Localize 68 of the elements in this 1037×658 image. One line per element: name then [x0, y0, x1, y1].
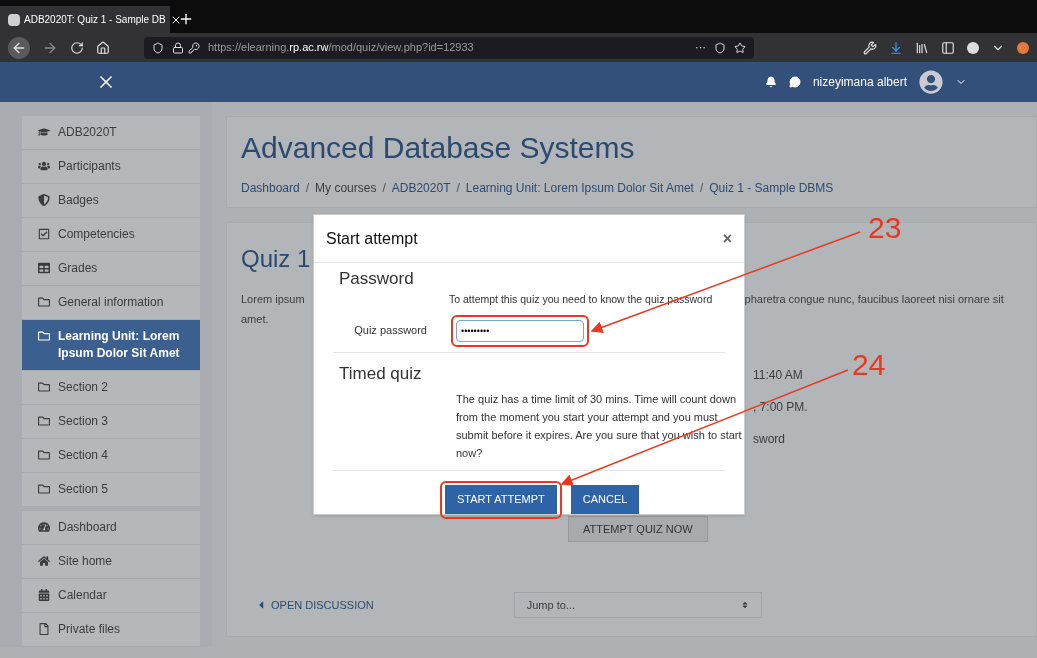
- table-icon: [38, 262, 50, 274]
- user-name[interactable]: nizeyimana albert: [812, 73, 907, 91]
- checkbox-icon: [38, 228, 50, 240]
- home-icon: [38, 555, 50, 567]
- quiz-info-text: sword: [753, 431, 786, 448]
- sidebar-icon[interactable]: [941, 40, 955, 55]
- quiz-info-text: , 7:00 PM.: [753, 399, 809, 416]
- previous-activity-link[interactable]: OPEN DISCUSSION: [255, 597, 374, 614]
- breadcrumb-link[interactable]: ADB2020T: [391, 179, 451, 197]
- start-attempt-button[interactable]: START ATTEMPT: [445, 485, 557, 514]
- password-field[interactable]: •••••••••: [456, 319, 584, 342]
- home-icon[interactable]: [96, 40, 110, 55]
- breadcrumb-separator: /: [456, 180, 460, 197]
- reload-icon[interactable]: [70, 40, 84, 55]
- graduation-cap-icon: [38, 126, 50, 138]
- attempt-quiz-button[interactable]: ATTEMPT QUIZ NOW: [568, 516, 708, 543]
- key-icon: [188, 41, 200, 54]
- bell-icon[interactable]: [764, 76, 777, 88]
- cancel-button[interactable]: CANCEL: [570, 485, 640, 514]
- people-icon: [38, 160, 50, 172]
- chat-icon[interactable]: [788, 76, 801, 88]
- jump-to-select[interactable]: Jump to...: [513, 592, 762, 619]
- quiz-info-text: 11:40 AM: [753, 367, 804, 384]
- breadcrumb-separator: /: [305, 180, 310, 197]
- annotation-number: 24: [852, 350, 886, 380]
- more-icon[interactable]: ···: [695, 39, 706, 56]
- folder-icon: [38, 449, 50, 461]
- field-label: Quiz password: [353, 323, 427, 339]
- folder-icon: [38, 381, 50, 393]
- breadcrumb-link[interactable]: Quiz 1 - Sample DBMS: [709, 179, 834, 197]
- sidebar-item[interactable]: Learning Unit: Lorem Ipsum Dolor Sit Amet: [22, 320, 200, 371]
- section-heading: Password: [339, 268, 415, 291]
- breadcrumb-link[interactable]: My courses: [315, 179, 377, 197]
- file-icon: [38, 623, 50, 635]
- folder-icon: [38, 483, 50, 495]
- folder-icon: [38, 296, 50, 308]
- avatar-icon[interactable]: [919, 70, 943, 94]
- breadcrumb-link[interactable]: Dashboard: [241, 179, 300, 197]
- library-icon[interactable]: [915, 40, 929, 55]
- sort-icon: [740, 601, 749, 610]
- download-icon[interactable]: [889, 40, 903, 55]
- lock-icon: [172, 41, 184, 54]
- folder-icon: [38, 330, 50, 342]
- wrench-icon[interactable]: [863, 40, 877, 55]
- url-text: https://elearning.rp.ac.rw/mod/quiz/view.php?id=12933: [208, 40, 474, 56]
- folder-icon: [38, 415, 50, 427]
- intro-text: amet.: [241, 311, 270, 327]
- star-icon[interactable]: [734, 41, 746, 54]
- new-tab-icon[interactable]: [178, 11, 194, 27]
- back-button[interactable]: [8, 36, 30, 59]
- shield-icon: [38, 194, 50, 206]
- annotation-number: 23: [868, 213, 902, 243]
- timed-quiz-text: The quiz has a time limit of 30 mins. Time will count down from the moment you start your attempt and you must submit before it expires. Are you sure that you wish to start now?: [456, 392, 742, 461]
- breadcrumb-separator: /: [382, 180, 386, 197]
- quiz-title: Quiz 1: [241, 244, 312, 274]
- intro-text: Lorem ipsum: [241, 292, 305, 307]
- course-title: Advanced Database Systems: [241, 133, 636, 163]
- favicon-icon: [8, 13, 20, 26]
- gauge-icon: [38, 521, 50, 533]
- breadcrumb-link[interactable]: Learning Unit: Lorem Ipsum Dolor Sit Amet: [465, 179, 694, 197]
- section-heading: Timed quiz: [339, 362, 423, 385]
- dialog-title: Start attempt: [326, 228, 418, 249]
- intro-text: pharetra congue nunc, faucibus laoreet nisi ornare sit: [744, 292, 1004, 307]
- address-bar[interactable]: https://elearning.rp.ac.rw/mod/quiz/view.php?id=12933 ···: [144, 36, 754, 59]
- shield-icon: [152, 41, 164, 54]
- breadcrumb-separator: /: [699, 180, 704, 197]
- calendar-icon: [38, 589, 50, 601]
- close-button[interactable]: ×: [722, 226, 732, 251]
